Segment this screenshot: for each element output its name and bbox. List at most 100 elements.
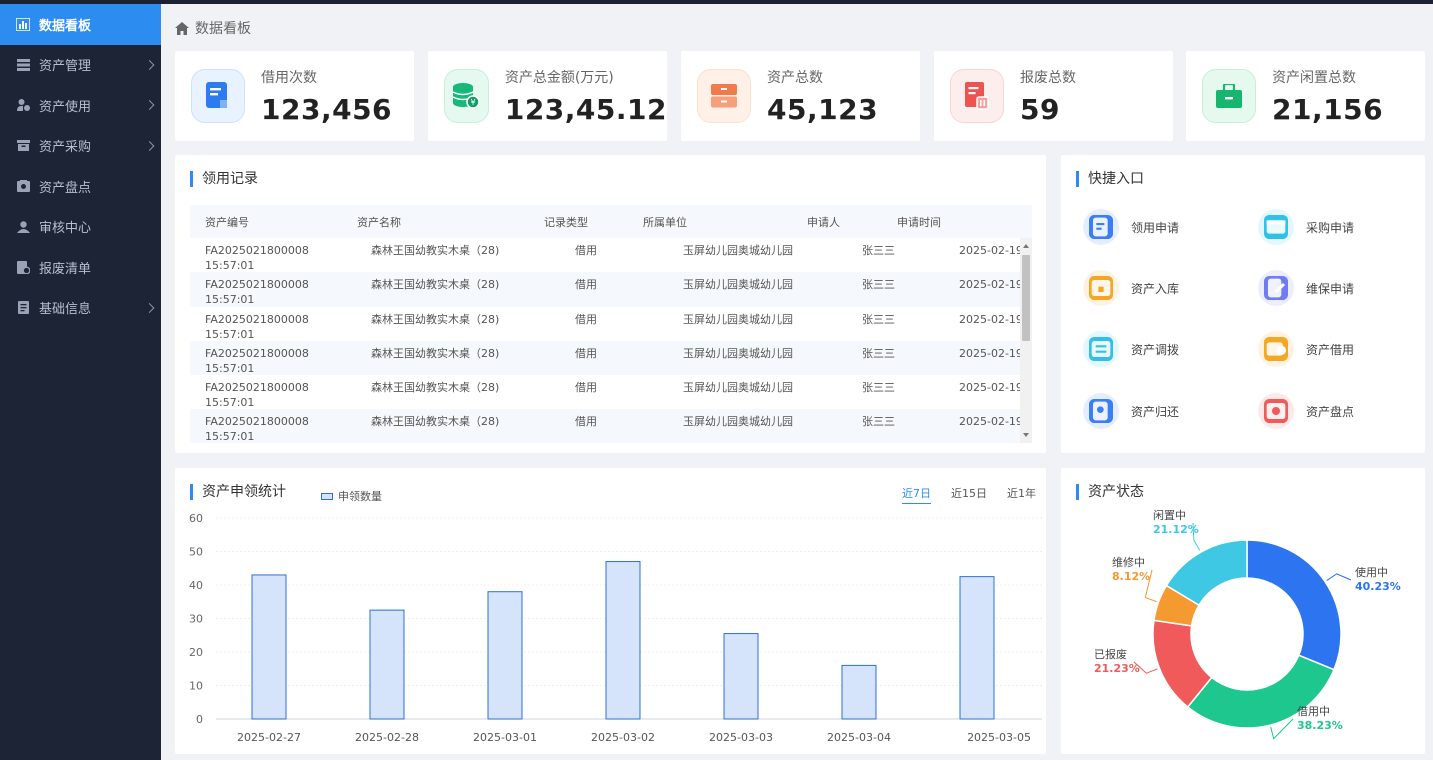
sidebar-item-asset-inventory[interactable]: 资产盘点 [0,166,161,207]
bar[interactable] [959,576,995,720]
record-type-cell: 借用 [575,381,597,395]
claim-stats-card: 资产申领统计 申领数量 近7日 近15日 近1年 0 10 20 30 40 50 60 20… [175,468,1046,754]
sidebar-item-label: 数据看板 [39,18,92,34]
sidebar-item-asset-purchase[interactable]: 资产采购 [0,126,161,167]
applicant-cell: 张三三 [862,415,895,429]
stat-card-borrow-count: 借用次数 123,456 [175,51,414,141]
scroll-thumb[interactable] [1022,255,1030,341]
stat-value: 59 [1020,92,1060,126]
apply-time-cell: 2025-02-19 [959,415,1023,429]
table-row[interactable]: FA2025021800008 森林王国幼教实木桌（28) 借用 玉屏幼儿园奥城幼儿园… [190,375,1032,409]
storage-icon [1083,270,1119,306]
unit-cell: 玉屏幼儿园奥城幼儿园 [683,381,793,395]
person-icon [16,220,30,234]
scroll-down-icon[interactable] [1023,433,1029,437]
applicant-cell: 张三三 [862,312,895,326]
table-row[interactable]: FA2025021800008 森林王国幼教实木桌（28) 借用 玉屏幼儿园奥城幼儿园… [190,340,1032,376]
y-tick-label: 10 [189,680,203,693]
sidebar-item-asset-management[interactable]: 资产管理 [0,45,161,86]
sidebar-item-scrap-list[interactable]: 报废清单 [0,247,161,288]
asset-name-cell: 森林王国幼教实木桌（28) [371,381,500,395]
quick-entry-transfer[interactable]: 资产调拨 [1083,331,1179,367]
bar[interactable] [487,591,523,720]
bar[interactable] [723,633,759,720]
y-tick-label: 30 [189,613,203,626]
inventory-icon [16,179,30,193]
bar-chart: 0 10 20 30 40 50 60 2025-02-27 2025-02-28 2025-03… [189,512,1042,744]
asset-status-card: 资产状态 使用中 40.23% 借用中 38.23% 已报废 21.23% 维修中 8.12%… [1061,468,1425,754]
quick-entry-label: 资产归还 [1131,404,1180,419]
quick-entry-storage[interactable]: 资产入库 [1083,270,1179,306]
slice-percent-label: 21.12% [1153,523,1199,536]
slice-name-label: 已报废 [1094,647,1127,661]
sidebar-item-asset-usage[interactable]: 资产使用 [0,85,161,126]
unit-cell: 玉屏幼儿园奥城幼儿园 [683,415,793,429]
stat-card-scrap-total: 报废总数 59 [934,51,1173,141]
main-content: 数据看板 借用次数 123,456 ¥ 资产总金额(万元) 123,45.12 … [161,4,1433,760]
asset-code-cell: FA2025021800008 [205,312,309,326]
bar[interactable] [605,561,641,720]
donut-slice[interactable] [1246,539,1342,671]
y-tick-label: 20 [189,646,203,659]
record-type-cell: 借用 [575,346,597,360]
asset-code-time-cell: 15:57:01 [205,259,255,272]
asset-code-cell: FA2025021800008 [205,415,309,429]
sidebar-item-basic-info[interactable]: 基础信息 [0,288,161,329]
quick-entry-borrow[interactable]: 资产借用 [1258,331,1354,367]
table-scrollbar[interactable] [1020,238,1032,443]
chevron-right-icon [144,302,155,313]
table-row[interactable]: FA2025021800008 森林王国幼教实木桌（28) 借用 玉屏幼儿园奥城幼儿园… [190,272,1032,307]
quick-entry-apply[interactable]: 领用申请 [1083,209,1179,245]
breadcrumb-label: 数据看板 [195,21,251,37]
table-row[interactable]: FA2025021800008 森林王国幼教实木桌（28) 借用 玉屏幼儿园奥城幼儿园… [190,238,1032,272]
quick-entry-count[interactable]: 资产盘点 [1258,393,1354,429]
column-header: 申请人 [807,215,840,229]
column-header: 资产编号 [205,215,249,229]
chevron-right-icon [144,140,155,151]
bar[interactable] [369,609,405,720]
borrow-icon [1258,331,1294,367]
coins-icon: ¥ [444,69,489,123]
apply-time-cell: 2025-02-19 [959,244,1023,257]
slice-percent-label: 8.12% [1112,570,1150,583]
sidebar-item-review-center[interactable]: 审核中心 [0,207,161,248]
column-header: 所属单位 [643,215,687,229]
donut-chart: 使用中40.23% 借用中38.23% 已报废21.23% 维修中8.12% 闲置中21… [1094,508,1401,740]
x-tick-label: 2025-03-01 [473,731,537,744]
table-row[interactable]: FA2025021800008 森林王国幼教实木桌（28) 借用 玉屏幼儿园奥城幼儿园… [190,307,1032,341]
scrap-icon [950,69,1004,123]
slice-name-label: 维修中 [1112,555,1145,569]
y-tick-label: 50 [189,546,203,559]
user-asset-icon [16,98,30,112]
x-tick-label: 2025-03-05 [967,731,1031,744]
bar[interactable] [251,574,287,720]
stat-card-asset-total: 资产总数 45,123 [681,51,920,141]
records-card: 领用记录 资产编号 资产名称 记录类型 所属单位 申请人 申请时间 FA2025… [175,155,1046,453]
quick-entry-label: 资产借用 [1306,342,1355,357]
y-tick-label: 40 [189,579,203,592]
bar[interactable] [841,664,877,720]
count-icon [1258,393,1294,429]
stat-value: 45,123 [767,92,879,126]
sidebar-item-label: 报废清单 [39,261,92,277]
unit-cell: 玉屏幼儿园奥城幼儿园 [683,244,793,257]
quick-entry-cart[interactable]: 采购申请 [1258,209,1354,245]
quick-entry-maintenance[interactable]: 维保申请 [1258,270,1354,306]
sidebar-item-dashboard[interactable]: 数据看板 [0,4,161,45]
stat-value: 123,45.12 [504,92,667,126]
asset-code-time-cell: 15:57:01 [205,361,255,375]
quick-entry-label: 领用申请 [1131,220,1180,235]
records-title: 领用记录 [190,171,258,187]
column-header: 记录类型 [544,215,588,229]
quick-entry-return[interactable]: 资产归还 [1083,393,1179,429]
applicant-cell: 张三三 [862,381,895,395]
table-row[interactable]: FA2025021800008 森林王国幼教实木桌（28) 借用 玉屏幼儿园奥城幼儿园… [190,409,1032,443]
applicant-cell: 张三三 [862,244,895,257]
asset-name-cell: 森林王国幼教实木桌（28) [371,244,500,257]
chart-icon [16,17,30,31]
scroll-up-icon[interactable] [1023,244,1029,248]
record-type-cell: 借用 [575,278,597,292]
slice-percent-label: 21.23% [1094,662,1140,675]
unit-cell: 玉屏幼儿园奥城幼儿园 [683,346,793,360]
quick-entry-label: 资产盘点 [1306,404,1355,419]
